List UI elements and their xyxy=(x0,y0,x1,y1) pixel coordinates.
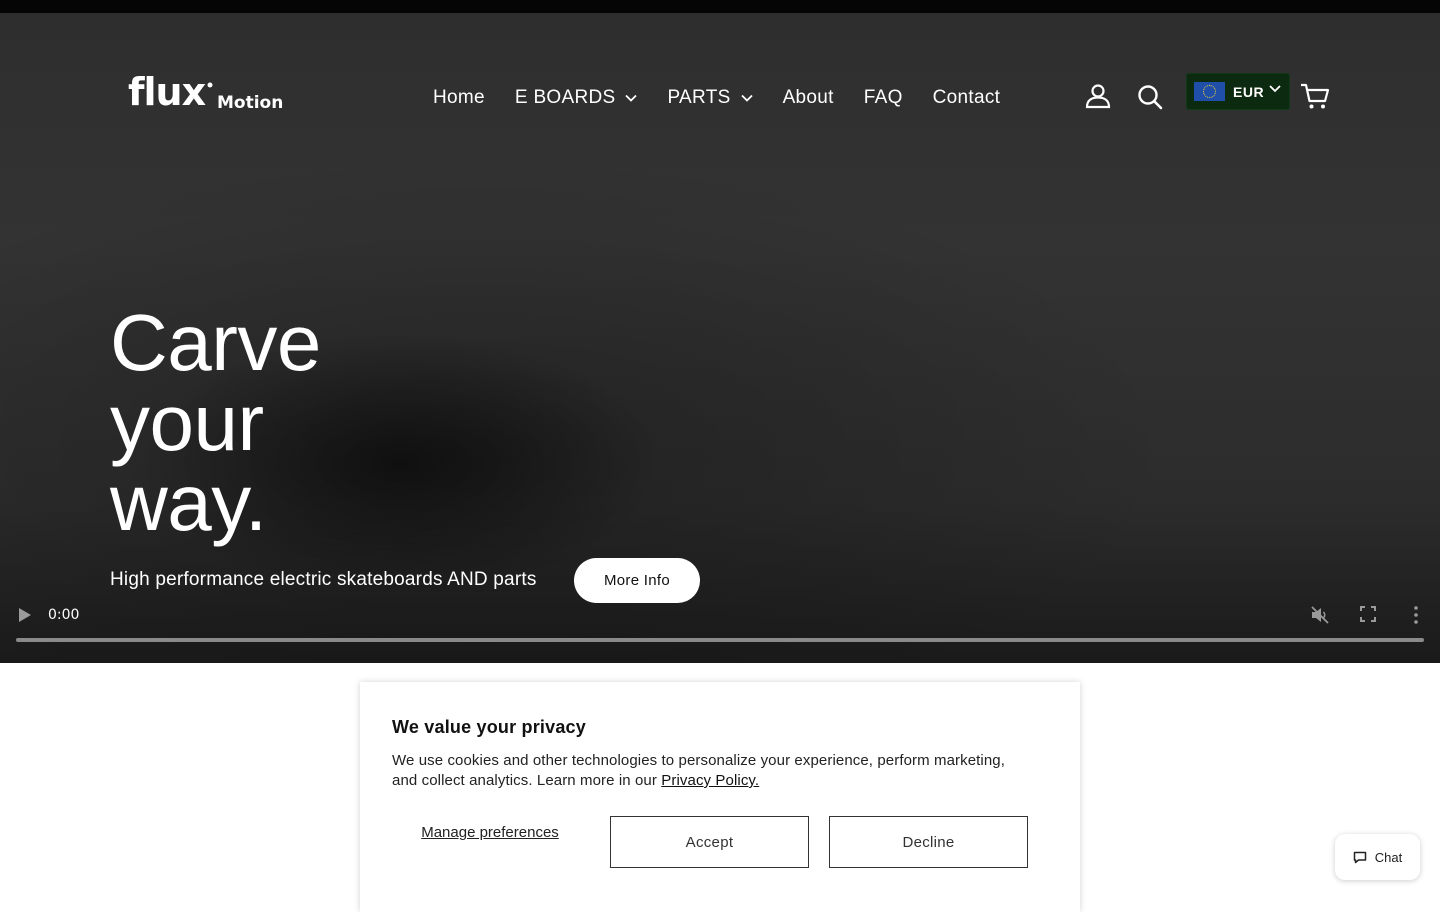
chevron-down-icon xyxy=(740,94,753,102)
account-icon[interactable] xyxy=(1085,83,1111,109)
video-time: 0:00 xyxy=(48,607,80,623)
chat-label: Chat xyxy=(1374,849,1403,865)
hero-video: flux Motion Home E BOARDS PARTS About FA… xyxy=(0,13,1440,663)
video-controls: 0:00 xyxy=(0,591,1440,663)
nav-faq-label: FAQ xyxy=(863,87,903,108)
nav-parts[interactable]: PARTS xyxy=(667,87,753,109)
chevron-down-icon xyxy=(625,94,638,102)
eu-flag-icon xyxy=(1194,82,1225,101)
nav-eboards[interactable]: E BOARDS xyxy=(515,87,638,109)
decline-button[interactable]: Decline xyxy=(829,816,1028,868)
cookie-title: We value your privacy xyxy=(392,717,586,737)
manage-preferences-link[interactable]: Manage preferences xyxy=(420,824,560,842)
svg-text:flux: flux xyxy=(128,73,206,113)
muted-speaker-icon[interactable] xyxy=(1310,605,1330,625)
nav-parts-label: PARTS xyxy=(667,87,731,108)
flux-motion-logo[interactable]: flux Motion xyxy=(128,73,288,113)
cookie-text: We use cookies and other technologies to… xyxy=(392,751,1032,791)
hero-headline: Carve your way. xyxy=(110,303,510,543)
headline-line-2: your xyxy=(110,378,264,467)
cookie-consent-banner: We value your privacy We use cookies and… xyxy=(360,682,1080,912)
more-options-icon[interactable] xyxy=(1412,605,1420,625)
play-icon[interactable] xyxy=(18,607,32,623)
nav-about-label: About xyxy=(782,87,834,108)
accept-button[interactable]: Accept xyxy=(610,816,809,868)
main-nav: Home E BOARDS PARTS About FAQ Contact xyxy=(433,83,1030,113)
nav-contact[interactable]: Contact xyxy=(933,87,1001,109)
chat-widget-button[interactable]: Chat xyxy=(1335,834,1420,880)
svg-text:Motion: Motion xyxy=(217,93,283,113)
nav-faq[interactable]: FAQ xyxy=(864,87,903,109)
nav-about[interactable]: About xyxy=(783,87,834,109)
nav-eboards-label: E BOARDS xyxy=(514,87,616,108)
privacy-policy-link[interactable]: Privacy Policy. xyxy=(661,772,759,789)
chat-bubble-icon xyxy=(1353,851,1367,863)
nav-home-label: Home xyxy=(433,87,485,108)
nav-home[interactable]: Home xyxy=(433,87,485,109)
hero-subline: High performance electric skateboards AN… xyxy=(110,569,537,590)
headline-line-3: way. xyxy=(110,458,267,547)
video-progress-bar[interactable] xyxy=(16,638,1424,642)
fullscreen-icon[interactable] xyxy=(1360,606,1376,622)
cart-icon[interactable] xyxy=(1300,82,1330,110)
currency-selector[interactable]: EUR xyxy=(1186,73,1290,110)
currency-code: EUR xyxy=(1233,83,1265,100)
headline-line-1: Carve xyxy=(110,298,321,387)
top-announcement-bar xyxy=(0,0,1440,13)
chevron-down-icon xyxy=(1269,85,1281,93)
search-icon[interactable] xyxy=(1137,84,1163,110)
nav-contact-label: Contact xyxy=(932,87,1001,108)
